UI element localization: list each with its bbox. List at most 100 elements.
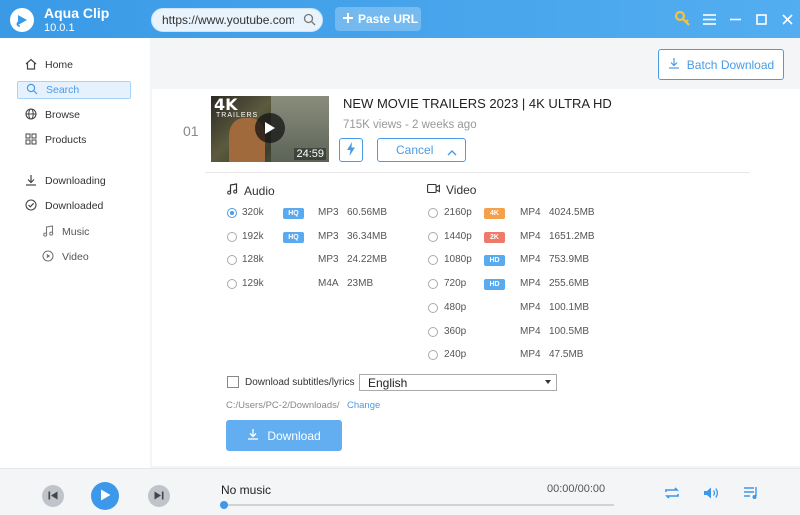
play-icon[interactable]: [255, 113, 285, 143]
video-duration: 24:59: [294, 148, 326, 160]
audio-radio[interactable]: [227, 231, 237, 242]
check-circle-icon: [25, 198, 37, 214]
video-size: 100.5MB: [549, 325, 590, 337]
video-size: 753.9MB: [549, 254, 590, 266]
video-quality: 480p: [444, 301, 467, 313]
video-radio[interactable]: [428, 231, 438, 242]
close-icon[interactable]: [774, 0, 800, 38]
maximize-icon[interactable]: [748, 0, 774, 38]
sidebar-item-label: Home: [45, 59, 74, 71]
music-note-icon: [226, 183, 238, 198]
sidebar-item-label: Search: [46, 84, 80, 96]
audio-radio[interactable]: [227, 208, 237, 218]
sidebar-item-music[interactable]: Music: [42, 223, 89, 241]
subtitle-checkbox[interactable]: [227, 376, 239, 388]
volume-icon[interactable]: [703, 486, 721, 503]
item-index: 01: [183, 123, 199, 139]
video-size: 4024.5MB: [549, 207, 595, 218]
language-select[interactable]: English: [359, 374, 557, 391]
language-value: English: [368, 375, 408, 390]
previous-button[interactable]: [42, 485, 64, 507]
cancel-button[interactable]: Cancel: [377, 138, 466, 162]
paste-url-button[interactable]: Paste URL: [335, 7, 421, 31]
sidebar-item-label: Downloaded: [45, 200, 104, 212]
audio-format: M4A: [318, 278, 339, 290]
app-logo: [10, 8, 34, 32]
video-quality: 240p: [444, 349, 467, 361]
save-path: C:/Users/PC-2/Downloads/: [226, 400, 340, 411]
sidebar-item-video[interactable]: Video: [42, 248, 89, 266]
video-quality: 720p: [444, 278, 467, 290]
sidebar-item-products[interactable]: Products: [17, 131, 131, 149]
next-button[interactable]: [148, 485, 170, 507]
video-format: MP4: [520, 230, 541, 242]
audio-quality: 129k: [242, 278, 264, 290]
video-size: 100.1MB: [549, 301, 590, 313]
progress-track[interactable]: [224, 504, 614, 506]
sidebar-item-label: Video: [62, 251, 89, 263]
video-radio[interactable]: [428, 208, 438, 218]
video-quality-badge: HD: [484, 279, 505, 291]
music-note-icon: [42, 224, 54, 240]
key-icon[interactable]: [670, 0, 696, 38]
change-path-link[interactable]: Change: [347, 400, 380, 411]
url-field[interactable]: [151, 8, 323, 32]
download-icon: [668, 57, 680, 72]
search-icon[interactable]: [303, 13, 316, 29]
playlist-icon[interactable]: [744, 486, 760, 503]
audio-size: 36.34MB: [347, 230, 388, 242]
video-size: 47.5MB: [549, 349, 584, 361]
video-quality: 2160p: [444, 207, 472, 218]
video-title: NEW MOVIE TRAILERS 2023 | 4K ULTRA HD: [343, 96, 612, 111]
audio-format: MP3: [318, 230, 339, 242]
video-format: MP4: [520, 301, 541, 313]
download-button[interactable]: Download: [226, 420, 342, 451]
video-meta: 715K views - 2 weeks ago: [343, 119, 477, 131]
sidebar-item-downloaded[interactable]: Downloaded: [17, 197, 131, 215]
video-format: MP4: [520, 254, 541, 266]
video-thumbnail[interactable]: 4K TRAILERS 24:59: [211, 96, 329, 162]
audio-quality: 128k: [242, 254, 264, 266]
video-quality: 1440p: [444, 230, 472, 242]
video-quality-badge: 4K: [484, 208, 505, 219]
play-button[interactable]: [91, 482, 119, 510]
playback-time: 00:00/00:00: [547, 483, 606, 495]
menu-icon[interactable]: [696, 0, 722, 38]
batch-download-button[interactable]: Batch Download: [658, 49, 784, 80]
video-quality: 1080p: [444, 254, 472, 266]
music-player: No music 00:00/00:00: [0, 468, 800, 515]
download-icon: [25, 174, 37, 189]
sidebar-item-home[interactable]: Home: [17, 56, 131, 74]
plus-icon: [343, 12, 353, 26]
sidebar-item-search[interactable]: Search: [17, 81, 131, 99]
search-icon: [26, 83, 38, 98]
paste-url-label: Paste URL: [358, 12, 419, 26]
repeat-icon[interactable]: [663, 486, 681, 503]
video-format: MP4: [520, 349, 541, 361]
chevron-up-icon[interactable]: [447, 145, 457, 159]
progress-handle[interactable]: [220, 501, 228, 509]
sidebar-item-browse[interactable]: Browse: [17, 106, 131, 124]
play-icon: [100, 489, 111, 504]
video-radio[interactable]: [428, 326, 438, 337]
cancel-label: Cancel: [396, 143, 434, 157]
video-radio[interactable]: [428, 302, 438, 313]
video-quality: 360p: [444, 325, 467, 337]
video-quality-badge: 2K: [484, 231, 505, 243]
sidebar-item-downloading[interactable]: Downloading: [17, 172, 131, 190]
app-version: 10.0.1: [44, 22, 75, 34]
url-input[interactable]: [162, 13, 294, 27]
minimize-icon[interactable]: [722, 0, 748, 38]
audio-size: 23MB: [347, 278, 374, 290]
sidebar-item-label: Products: [45, 134, 87, 146]
audio-format: MP3: [318, 254, 339, 266]
quick-download-button[interactable]: [339, 138, 363, 162]
video-format: MP4: [520, 207, 541, 218]
dropdown-arrow-icon: [545, 380, 551, 384]
audio-quality-badge: HQ: [283, 208, 304, 219]
download-icon: [247, 428, 259, 443]
video-quality-badge: HD: [484, 255, 505, 267]
video-format: MP4: [520, 325, 541, 337]
skip-back-icon: [48, 489, 58, 503]
globe-icon: [25, 107, 37, 123]
